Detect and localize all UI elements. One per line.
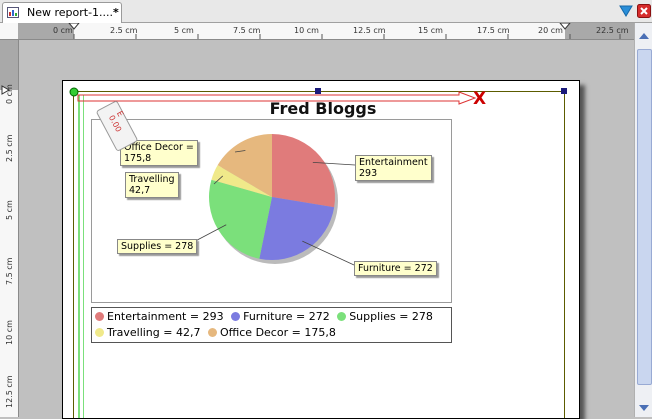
close-red-icon[interactable] (637, 4, 651, 18)
report-page[interactable]: X Fred Bloggs Office Decor = 175,8 Travel… (62, 80, 580, 419)
vertical-scrollbar[interactable] (634, 23, 652, 417)
triangle-down-icon[interactable] (619, 4, 633, 18)
ruler-label: 12.5 cm (5, 375, 14, 408)
band-left-line (73, 91, 74, 418)
selection-handle-end (561, 88, 567, 94)
unsaved-indicator: * (113, 6, 119, 19)
legend-item-supplies: Supplies = 278 (337, 309, 433, 325)
callout-entertainment: Entertainment 293 (355, 155, 432, 181)
band-right-line (564, 91, 565, 418)
scrollbar-thumb[interactable] (637, 49, 652, 385)
ruler-label: 0 cm (53, 26, 73, 35)
report-title[interactable]: Fred Bloggs (243, 99, 403, 118)
legend-row: Entertainment = 293 Furniture = 272 Supp… (95, 309, 437, 325)
pie-chart[interactable]: Office Decor = 175,8 Travelling 42,7 Suppl… (91, 119, 452, 303)
ruler-label: 2.5 cm (110, 26, 138, 35)
ruler-label: 5 cm (5, 200, 14, 220)
legend-item-entertainment: Entertainment = 293 (95, 309, 224, 325)
report-file-icon (7, 7, 19, 18)
ruler-label: 22.5 cm (596, 26, 629, 35)
callout-furniture: Furniture = 272 (354, 261, 437, 276)
selection-handle-start (69, 87, 79, 97)
ruler-label: 2.5 cm (5, 134, 14, 162)
ruler-label: 17.5 cm (477, 26, 510, 35)
editor-tab-bar: New report-1.... * (0, 0, 652, 23)
chart-legend[interactable]: Entertainment = 293 Furniture = 272 Supp… (91, 307, 452, 343)
delete-marker[interactable]: X (473, 89, 486, 109)
legend-row: Travelling = 42,7 Office Decor = 175,8 (95, 325, 340, 341)
horizontal-ruler[interactable]: 0 cm 2.5 cm 5 cm 7.5 cm 10 cm 12.5 cm 15… (0, 23, 634, 40)
ruler-label: 10 cm (294, 26, 319, 35)
ruler-label: 20 cm (538, 26, 563, 35)
ruler-label: 10 cm (5, 320, 14, 345)
legend-item-travelling: Travelling = 42,7 (95, 325, 200, 341)
guide-green-line (78, 95, 80, 418)
ruler-label: 0 cm (5, 84, 14, 104)
legend-item-office-decor: Office Decor = 175,8 (207, 325, 336, 341)
selection-handle-mid (315, 88, 321, 94)
tab-title: New report-1.... (27, 6, 114, 19)
ruler-label: 15 cm (418, 26, 443, 35)
legend-item-furniture: Furniture = 272 (231, 309, 330, 325)
guide-green-line (83, 95, 84, 418)
report-tab[interactable]: New report-1.... * (2, 2, 122, 23)
ruler-label: 7.5 cm (233, 26, 261, 35)
pie-slice-entertainment (272, 134, 335, 208)
callout-supplies: Supplies = 278 (117, 239, 198, 254)
ruler-label: 12.5 cm (353, 26, 386, 35)
ruler-label: 7.5 cm (5, 257, 14, 285)
callout-travelling: Travelling 42,7 (125, 172, 179, 198)
ruler-label: 5 cm (174, 26, 194, 35)
scroll-down-icon[interactable] (638, 403, 650, 413)
vertical-ruler[interactable]: 0 cm 2.5 cm 5 cm 7.5 cm 10 cm 12.5 cm (0, 40, 19, 417)
scroll-up-icon[interactable] (638, 31, 650, 41)
